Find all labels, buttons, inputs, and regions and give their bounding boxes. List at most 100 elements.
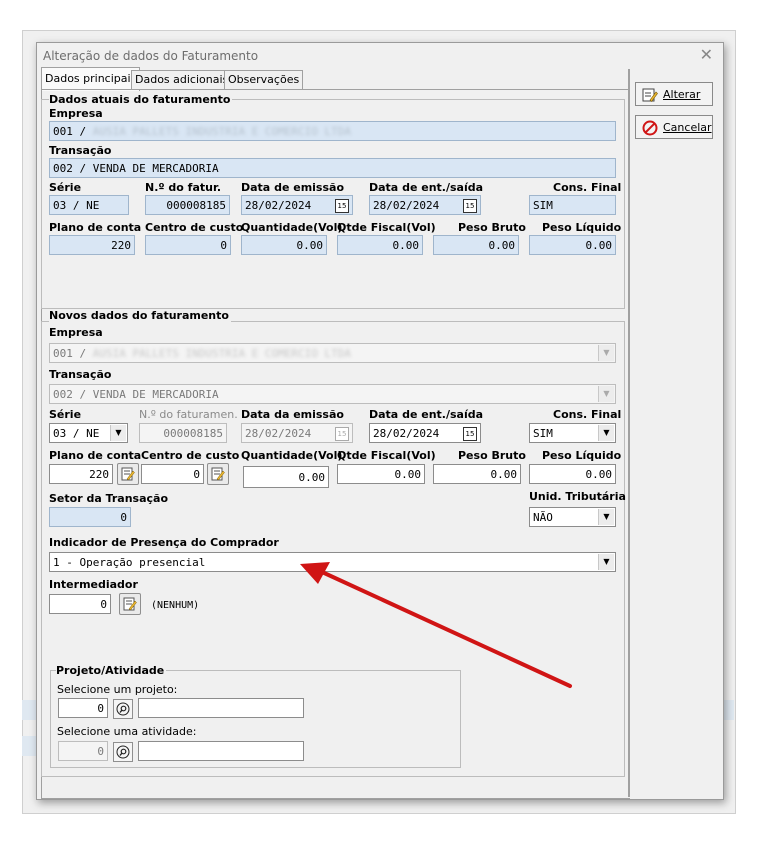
novos-consfinal-value: SIM <box>533 427 553 440</box>
atuais-plano-field: 220 <box>49 235 135 255</box>
tab-dados-adicionais[interactable]: Dados adicionais <box>131 70 233 90</box>
atuais-pesobruto-label: Peso Bruto <box>458 221 526 234</box>
dados-atuais-legend: Dados atuais do faturamento <box>49 93 233 106</box>
dialog-title: Alteração de dados do Faturamento <box>43 49 259 63</box>
intermediador-lookup-button[interactable] <box>119 593 141 615</box>
novos-qtd-label: Quantidade(Vol) <box>241 449 343 462</box>
novos-intermediador-field[interactable]: 0 <box>49 594 111 614</box>
atuais-empresa-code: 001 / <box>53 125 93 138</box>
novos-intermediador-label: Intermediador <box>49 578 138 591</box>
projeto-label: Selecione um projeto: <box>57 683 178 696</box>
atividade-name-field[interactable] <box>138 741 304 761</box>
alterar-button[interactable]: Alterar <box>635 82 713 106</box>
projeto-name-field[interactable] <box>138 698 304 718</box>
atuais-pesoliq-label: Peso Líquido <box>542 221 622 234</box>
novos-transacao-label: Transação <box>49 368 112 381</box>
novos-pesobruto-label: Peso Bruto <box>458 449 526 462</box>
plano-lookup-button[interactable] <box>117 463 139 485</box>
faturamento-dialog: Alteração de dados do Faturamento ✕ Dado… <box>36 42 724 800</box>
cancelar-button[interactable]: Cancelar <box>635 115 713 139</box>
novos-pesobruto-field[interactable]: 0.00 <box>433 464 521 484</box>
chevron-down-icon[interactable]: ▼ <box>598 425 614 441</box>
novos-serie-select[interactable]: 03 / NE ▼ <box>49 423 128 443</box>
cancel-icon <box>642 120 658 136</box>
atuais-emissao-field: 28/02/2024 15 <box>241 195 353 215</box>
novos-pesoliq-label: Peso Líquido <box>542 449 622 462</box>
novos-unid-value: NÃO <box>533 511 553 524</box>
atuais-emissao-value: 28/02/2024 <box>245 199 312 212</box>
atuais-consfinal-label: Cons. Final <box>553 181 622 194</box>
novos-nfatur-field: 000008185 <box>139 423 227 443</box>
atuais-nfatur-label: N.º do fatur. <box>145 181 222 194</box>
novos-emissao-label: Data da emissão <box>241 408 344 421</box>
calendar-icon: 15 <box>463 199 477 213</box>
novos-centro-label: Centro de custo <box>141 449 240 462</box>
tab-dados-principais[interactable]: Dados principais <box>41 67 141 91</box>
search-icon <box>116 745 130 759</box>
novos-plano-label: Plano de conta <box>49 449 142 462</box>
novos-nfatur-label: N.º do faturamen. <box>139 408 238 421</box>
lookup-icon <box>121 467 135 481</box>
novos-empresa-label: Empresa <box>49 326 103 339</box>
atuais-empresa-label: Empresa <box>49 107 103 120</box>
atuais-qtd-field: 0.00 <box>241 235 327 255</box>
novos-empresa-name: AUSIA PALLETS INDUSTRIA E COMERCIO LTDA <box>92 347 352 360</box>
novos-transacao-value: 002 / VENDA DE MERCADORIA <box>53 388 219 401</box>
atuais-qtdfiscal-label: Qtde Fiscal(Vol) <box>337 221 436 234</box>
chevron-down-icon[interactable]: ▼ <box>598 386 614 402</box>
novos-indicador-value: 1 - Operação presencial <box>53 556 206 569</box>
lookup-icon <box>123 597 137 611</box>
chevron-down-icon[interactable]: ▼ <box>598 509 614 525</box>
centro-lookup-button[interactable] <box>207 463 229 485</box>
atuais-pesoliq-field: 0.00 <box>529 235 616 255</box>
novos-transacao-select[interactable]: 002 / VENDA DE MERCADORIA ▼ <box>49 384 616 404</box>
novos-serie-label: Série <box>49 408 82 421</box>
novos-entsaida-field[interactable]: 28/02/2024 15 <box>369 423 481 443</box>
novos-empresa-code: 001 / <box>53 347 93 360</box>
atuais-plano-label: Plano de conta <box>49 221 142 234</box>
atuais-pesobruto-field: 0.00 <box>433 235 519 255</box>
novos-pesoliq-field[interactable]: 0.00 <box>529 464 616 484</box>
projeto-search-button[interactable] <box>113 699 133 719</box>
novos-plano-field[interactable]: 220 <box>49 464 113 484</box>
atuais-entsaida-field: 28/02/2024 15 <box>369 195 481 215</box>
chevron-down-icon[interactable]: ▼ <box>598 345 614 361</box>
novos-dados-legend: Novos dados do faturamento <box>49 309 231 322</box>
atividade-label: Selecione uma atividade: <box>57 725 197 738</box>
cancelar-button-label: Cancelar <box>663 121 712 134</box>
close-icon[interactable]: ✕ <box>700 45 713 64</box>
atuais-serie-label: Série <box>49 181 82 194</box>
atividade-search-button[interactable] <box>113 742 133 762</box>
novos-consfinal-label: Cons. Final <box>553 408 622 421</box>
calendar-icon: 15 <box>335 427 349 441</box>
atuais-consfinal-field: SIM <box>529 195 616 215</box>
novos-emissao-field: 28/02/2024 15 <box>241 423 353 443</box>
atuais-transacao-field: 002 / VENDA DE MERCADORIA <box>49 158 616 178</box>
tab-observacoes[interactable]: Observações <box>224 70 304 90</box>
atividade-code-field[interactable]: 0 <box>58 741 108 761</box>
novos-empresa-select[interactable]: 001 / AUSIA PALLETS INDUSTRIA E COMERCIO… <box>49 343 616 363</box>
projeto-code-field[interactable]: 0 <box>58 698 108 718</box>
atuais-qtdfiscal-field: 0.00 <box>337 235 423 255</box>
novos-unid-label: Unid. Tributária <box>529 490 626 503</box>
lookup-icon <box>211 467 225 481</box>
calendar-icon[interactable]: 15 <box>463 427 477 441</box>
atuais-qtd-label: Quantidade(Vol) <box>241 221 343 234</box>
atuais-empresa-name: AUSIA PALLETS INDUSTRIA E COMERCIO LTDA <box>92 125 352 138</box>
intermediador-name: (NENHUM) <box>151 600 200 611</box>
atuais-empresa-field: 001 / AUSIA PALLETS INDUSTRIA E COMERCIO… <box>49 121 616 141</box>
novos-consfinal-select[interactable]: SIM ▼ <box>529 423 616 443</box>
novos-indicador-select[interactable]: 1 - Operação presencial ▼ <box>49 552 616 572</box>
calendar-icon: 15 <box>335 199 349 213</box>
novos-unid-select[interactable]: NÃO ▼ <box>529 507 616 527</box>
novos-centro-field[interactable]: 0 <box>141 464 204 484</box>
vertical-separator <box>628 69 630 797</box>
chevron-down-icon[interactable]: ▼ <box>598 554 614 570</box>
chevron-down-icon[interactable]: ▼ <box>110 425 126 441</box>
novos-entsaida-value: 28/02/2024 <box>373 427 440 440</box>
atuais-entsaida-value: 28/02/2024 <box>373 199 440 212</box>
edit-icon <box>642 88 658 102</box>
novos-qtdfiscal-field[interactable]: 0.00 <box>337 464 425 484</box>
novos-qtd-field[interactable]: 0.00 <box>243 466 329 488</box>
atuais-transacao-label: Transação <box>49 144 112 157</box>
